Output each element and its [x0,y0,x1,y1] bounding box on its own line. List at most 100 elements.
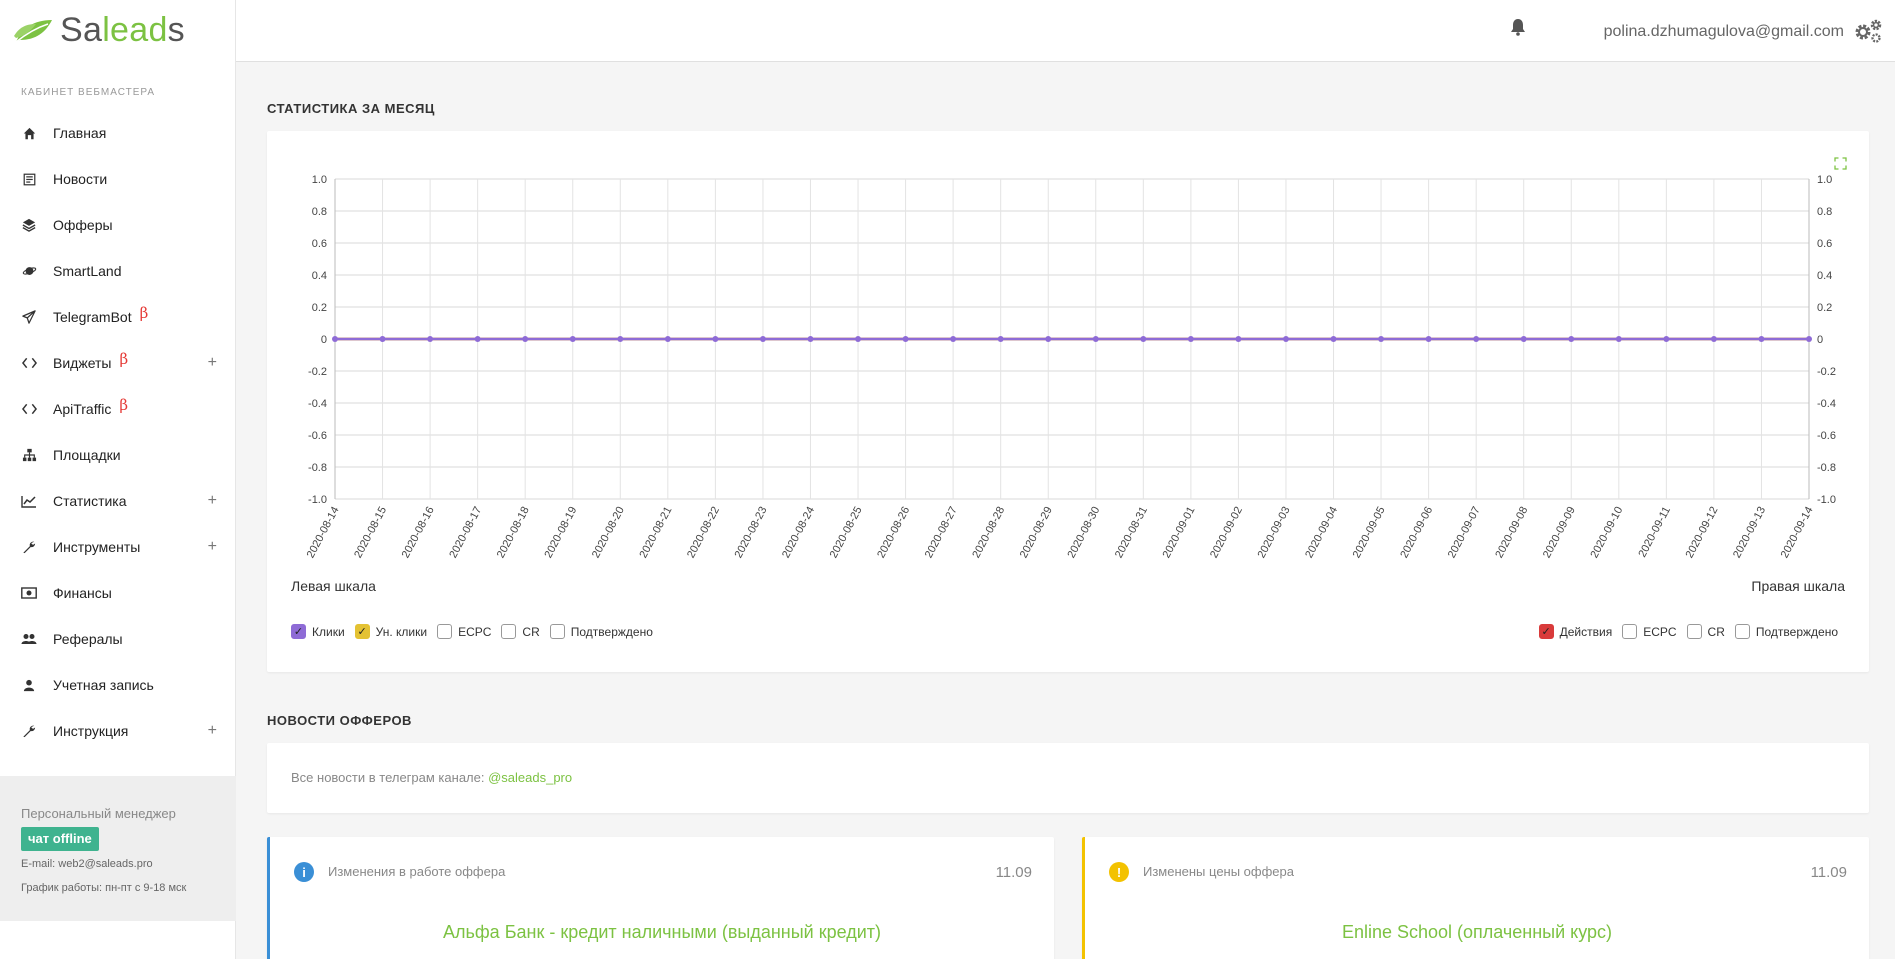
x-tick-label: 2020-08-24 [780,505,817,560]
data-point [1140,336,1147,342]
x-tick-label: 2020-09-04 [1303,505,1340,560]
sidebar-item-referrals[interactable]: Рефералы [0,616,236,662]
sidebar-item-statistics[interactable]: Статистика + [0,478,236,524]
y-tick-left: -0.6 [308,430,327,442]
legend-label: Подтверждено [1755,624,1838,639]
checkbox-ecpc-left[interactable]: ECPC [437,624,491,639]
x-tick-label: 2020-08-31 [1113,505,1150,560]
checkbox-box[interactable] [1622,624,1638,639]
legend-label: ECPC [1643,624,1677,639]
checkbox-box[interactable] [1734,624,1750,639]
checkbox-confirmed-left[interactable]: Подтверждено [549,624,653,639]
data-point [1092,336,1099,342]
sidebar-item-label: Инструменты [53,539,141,555]
sidebar-item-label: Площадки [53,447,121,463]
sidebar-item-telegrambot[interactable]: TelegramBot β [0,294,236,340]
legend-label: CR [522,624,540,639]
y-tick-right: 1.0 [1817,174,1832,186]
checkbox-actions[interactable]: ✓ Действия [1538,624,1613,639]
x-tick-label: 2020-09-12 [1684,505,1721,560]
code-icon [21,355,37,371]
checkbox-confirmed-right[interactable]: Подтверждено [1734,624,1838,639]
sidebar-item-widgets[interactable]: Виджеты β + [0,340,236,386]
checkbox-box-checked[interactable]: ✓ [354,624,370,639]
x-tick-label: 2020-08-21 [637,505,674,560]
offer-link[interactable]: Enline School (оплаченный курс) [1085,922,1869,943]
data-point [427,336,434,342]
y-tick-right: 0 [1817,334,1823,346]
layers-icon [21,217,37,233]
data-point [807,336,814,342]
sidebar-item-home[interactable]: Главная [0,110,236,156]
sidebar-item-instructions[interactable]: Инструкция + [0,708,236,754]
bell-icon[interactable] [1510,18,1526,41]
legend-label: Действия [1559,624,1613,639]
checkbox-box[interactable] [549,624,565,639]
sidebar-item-platforms[interactable]: Площадки [0,432,236,478]
checkbox-box[interactable] [1686,624,1702,639]
offers-news-section-title: НОВОСТИ ОФФЕРОВ [267,713,412,728]
expand-plus-icon[interactable]: + [208,722,217,740]
code-icon [21,401,37,417]
sidebar-item-label: SmartLand [53,263,122,279]
x-tick-label: 2020-09-14 [1779,505,1816,560]
offer-news-heading: Изменения в работе оффера [328,864,506,879]
sidebar-item-label: Рефералы [53,631,123,647]
expand-plus-icon[interactable]: + [208,538,217,556]
x-tick-label: 2020-08-23 [733,505,770,560]
sidebar-item-label: TelegramBot [53,309,132,325]
sidebar-item-smartland[interactable]: SmartLand [0,248,236,294]
checkbox-box-checked[interactable]: ✓ [1538,624,1554,639]
x-tick-label: 2020-08-19 [542,505,579,560]
sidebar-item-finance[interactable]: Финансы [0,570,236,616]
users-icon [21,631,37,647]
expand-plus-icon[interactable]: + [208,492,217,510]
data-point [1568,336,1575,342]
manager-title: Персональный менеджер [21,806,176,821]
logo[interactable]: Saleads [14,8,185,52]
offer-link[interactable]: Альфа Банк - кредит наличными (выданный … [270,922,1054,943]
telegram-news-text: Все новости в телеграм канале: @saleads_… [291,770,572,785]
sidebar-item-label: Новости [53,171,108,187]
x-tick-label: 2020-09-05 [1351,505,1388,560]
checkbox-box[interactable] [437,624,453,639]
sidebar-item-news[interactable]: Новости [0,156,236,202]
x-tick-label: 2020-09-11 [1636,505,1673,560]
legend-label: Клики [312,624,345,639]
expand-plus-icon[interactable]: + [208,354,217,372]
checkbox-box[interactable] [501,624,517,639]
telegram-channel-link[interactable]: @saleads_pro [488,770,572,785]
y-tick-left: -0.4 [308,398,327,410]
y-tick-right: -0.4 [1817,398,1836,410]
y-tick-left: 0.6 [312,238,327,250]
x-tick-label: 2020-08-30 [1065,505,1102,560]
data-point [1758,336,1765,342]
beta-badge: β [139,304,149,322]
checkbox-unique-clicks[interactable]: ✓ Ун. клики [354,624,427,639]
sidebar-item-label: Инструкция [53,723,129,739]
checkbox-cr-right[interactable]: CR [1686,624,1725,639]
x-tick-label: 2020-08-15 [352,505,389,560]
x-tick-label: 2020-09-13 [1731,505,1768,560]
y-tick-left: 1.0 [312,174,327,186]
checkbox-clicks[interactable]: ✓ Клики [291,624,345,639]
user-email[interactable]: polina.dzhumagulova@gmail.com [1604,23,1844,41]
chat-status-button[interactable]: чат offline [21,827,99,851]
leaf-icon [14,20,52,43]
checkbox-cr-left[interactable]: CR [501,624,540,639]
manager-hours: График работы: пн-пт с 9-18 мск [21,882,187,894]
sidebar-item-offers[interactable]: Офферы [0,202,236,248]
data-point [855,336,862,342]
sidebar-item-tools[interactable]: Инструменты + [0,524,236,570]
x-tick-label: 2020-08-28 [970,505,1007,560]
personal-manager: Персональный менеджер чат offline E-mail… [0,776,236,921]
x-tick-label: 2020-08-26 [875,505,912,560]
sidebar-item-apitraffic[interactable]: ApiTraffic β [0,386,236,432]
data-point [1330,336,1337,342]
sidebar-item-account[interactable]: Учетная запись [0,662,236,708]
x-tick-label: 2020-08-27 [923,505,960,560]
y-tick-left: 0.2 [312,302,327,314]
checkbox-ecpc-right[interactable]: ECPC [1622,624,1677,639]
settings-gears-icon[interactable] [1853,18,1883,49]
checkbox-box-checked[interactable]: ✓ [291,624,306,639]
